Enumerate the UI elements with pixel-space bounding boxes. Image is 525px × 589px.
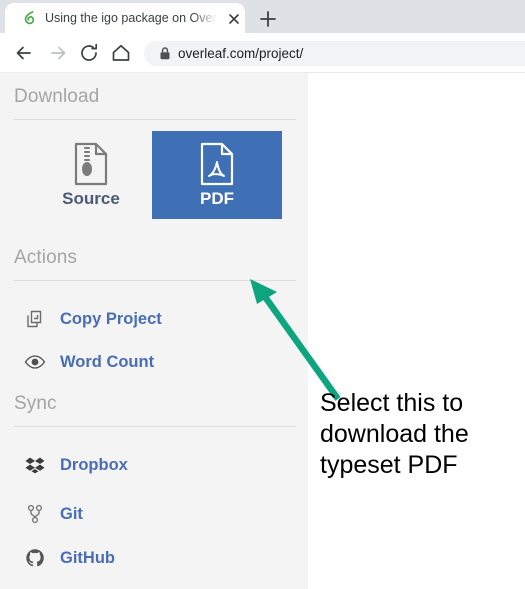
annotation-text: Select this to download the typeset PDF — [320, 388, 525, 481]
download-pdf-button[interactable]: PDF — [152, 131, 282, 219]
eye-icon — [24, 351, 46, 373]
menu-item-git-label: Git — [60, 505, 83, 523]
section-divider-download — [14, 119, 296, 120]
github-icon — [24, 547, 46, 569]
lock-icon — [158, 46, 172, 61]
menu-item-copy-project-label: Copy Project — [60, 310, 162, 328]
menu-item-github-label: GitHub — [60, 549, 115, 567]
menu-item-word-count-label: Word Count — [60, 353, 155, 371]
annotation-line-1: Select this to — [320, 389, 464, 417]
git-branch-icon — [24, 503, 46, 525]
forward-arrow-icon — [47, 42, 69, 64]
menu-item-word-count[interactable]: Word Count — [16, 348, 296, 376]
copy-icon — [24, 308, 46, 330]
tab-title: Using the igo package on Overle — [45, 11, 217, 25]
zip-file-icon — [26, 142, 156, 186]
section-divider-sync — [14, 426, 296, 427]
download-source-label: Source — [62, 189, 120, 208]
new-tab-button[interactable] — [256, 7, 280, 31]
home-icon[interactable] — [110, 42, 132, 64]
menu-item-dropbox[interactable]: Dropbox — [16, 451, 296, 479]
annotation-line-3: typeset PDF — [320, 451, 458, 479]
menu-item-github[interactable]: GitHub — [16, 544, 296, 572]
annotation-line-2: download the — [320, 420, 469, 448]
download-pdf-label: PDF — [200, 189, 234, 208]
dropbox-icon — [24, 454, 46, 476]
section-title-sync: Sync — [14, 393, 57, 414]
download-source-button[interactable]: Source — [26, 131, 156, 219]
address-bar-url: overleaf.com/project/ — [178, 46, 304, 61]
section-title-actions: Actions — [14, 247, 78, 268]
project-menu-sidebar: Download Source PDF Actions Copy Project… — [0, 73, 308, 589]
tab-strip: Using the igo package on Overle — [0, 0, 525, 33]
browser-window: Using the igo package on Overle overleaf… — [0, 0, 525, 589]
section-title-download: Download — [14, 86, 100, 107]
browser-tab[interactable]: Using the igo package on Overle — [5, 3, 245, 33]
menu-item-copy-project[interactable]: Copy Project — [16, 305, 296, 333]
close-icon[interactable] — [226, 11, 242, 27]
page-content: Download Source PDF Actions Copy Project… — [0, 73, 525, 589]
overleaf-logo-icon — [22, 10, 38, 26]
menu-item-git[interactable]: Git — [16, 500, 296, 528]
pdf-file-icon — [152, 142, 282, 186]
section-divider-actions — [14, 280, 296, 281]
reload-icon[interactable] — [78, 42, 100, 64]
download-button-group: Source PDF — [16, 131, 296, 219]
back-arrow-icon[interactable] — [13, 42, 35, 64]
menu-item-dropbox-label: Dropbox — [60, 456, 128, 474]
